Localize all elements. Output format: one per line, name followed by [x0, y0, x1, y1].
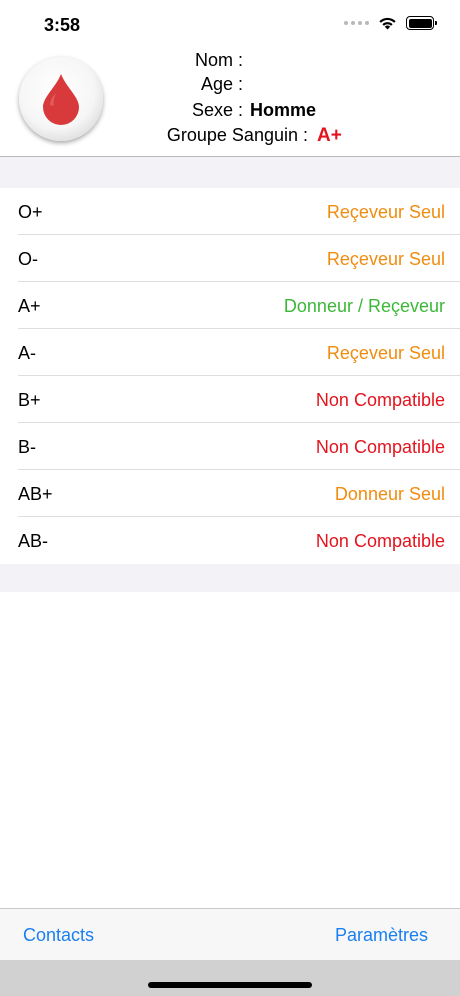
blood-type-label: A+ [18, 296, 41, 316]
status-icons [344, 16, 437, 30]
table-row[interactable]: B- Non Compatible [0, 423, 460, 470]
compatibility-status: Donneur Seul [334, 484, 445, 504]
blood-type-label: O+ [18, 202, 43, 222]
blood-group-value: A+ [317, 125, 342, 146]
table-row[interactable]: AB- Non Compatible [0, 517, 460, 564]
table-row[interactable]: B+ Non Compatible [0, 376, 460, 423]
settings-button[interactable]: Paramètres [335, 925, 428, 946]
blood-type-label: B+ [18, 390, 41, 410]
battery-icon [406, 16, 437, 30]
table-row[interactable]: AB+ Donneur Seul [0, 470, 460, 517]
sex-value: Homme [250, 100, 317, 120]
blood-group-label: Groupe Sanguin : [166, 125, 308, 145]
compatibility-status: Reçeveur Seul [326, 343, 445, 363]
contacts-button[interactable]: Contacts [23, 925, 94, 946]
compatibility-status: Non Compatible [315, 531, 445, 551]
bottom-toolbar: Contacts Paramètres [0, 908, 460, 960]
section-spacer-bottom [0, 564, 460, 592]
table-row[interactable]: O+ Reçeveur Seul [0, 188, 460, 235]
compatibility-status: Non Compatible [315, 390, 445, 410]
blood-type-label: AB+ [18, 484, 53, 504]
compatibility-status: Donneur / Reçeveur [283, 296, 445, 316]
section-spacer-top [0, 157, 460, 188]
profile-info: Nom : Age : Sexe : Homme Groupe Sanguin … [0, 50, 460, 157]
compatibility-table: O+ Reçeveur Seul O- Reçeveur Seul A+ Don… [0, 188, 460, 564]
status-bar: 3:58 [0, 0, 460, 50]
blood-type-label: A- [18, 343, 36, 363]
status-time: 3:58 [44, 15, 81, 35]
compatibility-status: Reçeveur Seul [326, 249, 445, 269]
sex-label: Sexe : [191, 100, 243, 120]
wifi-icon [379, 17, 396, 30]
compatibility-status: Non Compatible [315, 437, 445, 457]
home-indicator[interactable] [148, 982, 312, 988]
home-indicator-area [0, 960, 460, 996]
cellular-signal-icon [344, 21, 369, 25]
table-row[interactable]: A+ Donneur / Reçeveur [0, 282, 460, 329]
compatibility-status: Reçeveur Seul [326, 202, 445, 222]
blood-type-label: AB- [18, 531, 49, 551]
profile-header: Nom : Age : Sexe : Homme Groupe Sanguin … [0, 50, 460, 157]
blood-type-label: B- [18, 437, 36, 457]
age-label: Age : [200, 74, 243, 94]
table-row[interactable]: A- Reçeveur Seul [0, 329, 460, 376]
blood-type-label: O- [18, 249, 38, 269]
table-row[interactable]: O- Reçeveur Seul [0, 235, 460, 282]
name-label: Nom : [194, 50, 243, 70]
